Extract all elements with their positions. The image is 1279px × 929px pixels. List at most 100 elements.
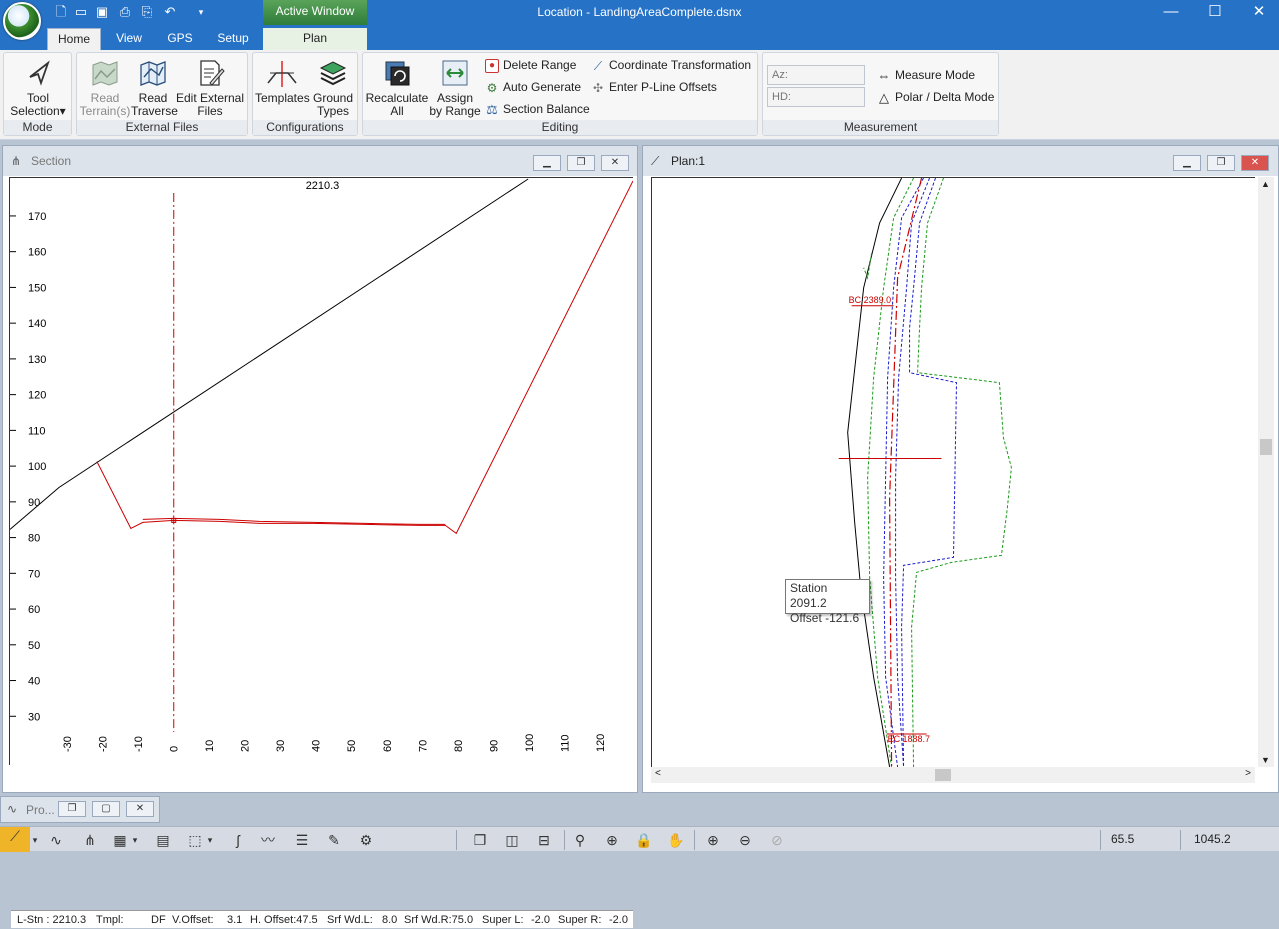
- plan-window-titlebar[interactable]: ⟋ Plan:1 ▁ ❐ ✕: [643, 146, 1278, 176]
- print-preview-icon[interactable]: ⎘: [138, 3, 156, 21]
- recalculate-all-button[interactable]: Recalculate All: [365, 55, 429, 118]
- auto-generate-button[interactable]: ⚙ Auto Generate: [485, 78, 581, 96]
- plan-close-button[interactable]: ✕: [1241, 155, 1269, 171]
- new-file-icon[interactable]: 🗋: [52, 3, 70, 21]
- ground-types-button[interactable]: Ground Types: [309, 55, 357, 118]
- zoom-search-icon[interactable]: ⚲: [570, 831, 590, 849]
- zoom-out-icon[interactable]: ⊖: [735, 831, 755, 849]
- enter-pline-offsets-button[interactable]: ✣ Enter P-Line Offsets: [591, 78, 717, 96]
- zoom-window-icon[interactable]: ⊕: [602, 831, 622, 849]
- tab-setup[interactable]: Setup: [208, 28, 258, 50]
- tmpl-label: Tmpl:: [96, 914, 124, 926]
- section-plot[interactable]: 17016015014013012011010090807060504030 -…: [9, 177, 633, 765]
- tab-view[interactable]: View: [108, 28, 150, 50]
- curve-tool-icon[interactable]: ʃ: [228, 831, 248, 849]
- tooltip-offset: Offset -121.6: [790, 611, 860, 625]
- x-tick-label: 110: [559, 735, 571, 752]
- scroll-left-icon[interactable]: <: [655, 768, 661, 779]
- undo-icon[interactable]: ↶: [161, 3, 179, 21]
- save-icon[interactable]: ▣: [93, 3, 111, 21]
- maximize-icon[interactable]: ☐: [1192, 0, 1238, 25]
- plan-minimize-button[interactable]: ▁: [1173, 155, 1201, 171]
- group-mode-label: Mode: [4, 120, 71, 135]
- app-logo[interactable]: [3, 2, 41, 40]
- profile-maximize-button[interactable]: ▢: [92, 801, 120, 817]
- measure-mode-button[interactable]: ⇔ Measure Mode: [877, 66, 976, 84]
- assign-by-range-button[interactable]: Assign by Range: [429, 55, 481, 118]
- print-icon[interactable]: ⎙: [116, 3, 134, 21]
- tab-gps[interactable]: GPS: [160, 28, 200, 50]
- section-tool-icon[interactable]: ⋔: [80, 831, 100, 849]
- scroll-up-icon[interactable]: ▲: [1261, 179, 1270, 189]
- y-tick-label: 100: [28, 461, 46, 473]
- srf-wd-r-value: Srf Wd.R:75.0: [404, 914, 474, 926]
- read-traverse-button[interactable]: Read Traverse: [131, 55, 178, 118]
- 3d-dropdown-icon[interactable]: ▾: [205, 831, 215, 849]
- section-restore-button[interactable]: ❐: [567, 155, 595, 171]
- tile-vertical-icon[interactable]: ◫: [502, 831, 522, 849]
- table-dropdown-icon[interactable]: ▾: [130, 831, 140, 849]
- vertical-scroll-thumb[interactable]: [1260, 439, 1272, 455]
- horizontal-distance-field[interactable]: [767, 87, 865, 107]
- profile-restore-button[interactable]: ❐: [58, 801, 86, 817]
- alignment-tool-icon[interactable]: ⟋: [0, 827, 30, 852]
- l-stn-value: L-Stn : 2210.3: [17, 914, 87, 926]
- grid-table-icon[interactable]: ▦: [110, 831, 130, 849]
- scroll-down-icon[interactable]: ▼: [1261, 755, 1270, 765]
- polar-delta-mode-button[interactable]: △ Polar / Delta Mode: [877, 88, 994, 106]
- templates-button[interactable]: Templates: [255, 55, 310, 105]
- earthwork-icon[interactable]: ☰: [292, 831, 312, 849]
- 3d-view-icon[interactable]: ⬚: [185, 831, 205, 849]
- section-close-button[interactable]: ✕: [601, 155, 629, 171]
- section-minimize-button[interactable]: ▁: [533, 155, 561, 171]
- minimize-icon[interactable]: —: [1148, 0, 1194, 25]
- profile-close-button[interactable]: ✕: [126, 801, 154, 817]
- report-layout-icon[interactable]: ▤: [153, 831, 173, 849]
- x-tick-label: 70: [417, 740, 429, 752]
- settings-tool-icon[interactable]: ⚙: [356, 831, 376, 849]
- tab-home[interactable]: Home: [47, 28, 101, 50]
- plan-restore-button[interactable]: ❐: [1207, 155, 1235, 171]
- coordinate-transformation-button[interactable]: ⟋ Coordinate Transformation: [591, 56, 751, 74]
- edit-pen-icon[interactable]: ✎: [324, 831, 344, 849]
- toolbar-separator: [564, 830, 565, 850]
- enter-pline-offsets-label: Enter P-Line Offsets: [609, 80, 717, 94]
- cascade-windows-icon[interactable]: ❐: [470, 831, 490, 849]
- azimuth-field[interactable]: [767, 65, 865, 85]
- group-external-files: Read Terrain(s) Read Traverse Edit Exter…: [76, 52, 248, 136]
- close-icon[interactable]: ✕: [1236, 0, 1279, 25]
- zoom-in-icon[interactable]: ⊕: [703, 831, 723, 849]
- plan-window: ⟋ Plan:1 ▁ ❐ ✕ BC 2389.0 EC 1888.7 ▲ ▼ <…: [642, 145, 1279, 793]
- section-balance-label: Section Balance: [503, 102, 590, 116]
- edit-external-files-button[interactable]: Edit External Files: [175, 55, 245, 118]
- lock-icon[interactable]: 🔒: [634, 831, 654, 849]
- plan-vertical-scrollbar[interactable]: ▲ ▼: [1258, 177, 1274, 767]
- profile-tool-icon[interactable]: ∿: [46, 831, 66, 849]
- alignment-dropdown-icon[interactable]: ▾: [30, 831, 40, 849]
- delete-range-button[interactable]: ● Delete Range: [485, 56, 576, 74]
- plan-horizontal-scrollbar[interactable]: < >: [651, 767, 1255, 783]
- profile-window-minimized[interactable]: ∿ Pro... ❐ ▢ ✕: [0, 796, 160, 823]
- group-external-files-label: External Files: [77, 120, 247, 135]
- scroll-right-icon[interactable]: >: [1245, 768, 1251, 779]
- super-l-label: Super L:: [482, 914, 524, 926]
- customize-toolbar-icon[interactable]: ▾: [192, 3, 210, 21]
- pan-hand-icon[interactable]: ✋: [666, 831, 686, 849]
- templates-label: Templates: [255, 91, 310, 105]
- plan-view[interactable]: BC 2389.0 EC 1888.7: [651, 177, 1255, 767]
- mass-haul-icon[interactable]: 〰: [258, 831, 278, 849]
- group-measurement: ⇔ Measure Mode △ Polar / Delta Mode Measur…: [762, 52, 999, 136]
- tool-selection-button[interactable]: Tool Selection▾: [7, 55, 69, 118]
- section-balance-button[interactable]: ⚖ Section Balance: [485, 100, 590, 118]
- tile-horizontal-icon[interactable]: ⊟: [534, 831, 554, 849]
- y-axis: 170 160 150 140 130 120 110 100 90 80 70 60 50 40 30: [10, 211, 46, 723]
- horizontal-scroll-thumb[interactable]: [935, 769, 951, 781]
- profile-window-icon: ∿: [7, 802, 18, 816]
- open-folder-icon[interactable]: ▭: [72, 3, 90, 21]
- toolbar-separator: [456, 830, 457, 850]
- tool-selection-label: Tool Selection: [10, 91, 60, 118]
- tab-plan[interactable]: Plan: [263, 28, 367, 50]
- section-window-titlebar[interactable]: ⋔ Section ▁ ❐ ✕: [3, 146, 637, 176]
- x-tick-label: 30: [275, 740, 287, 752]
- y-tick-label: 30: [28, 711, 40, 723]
